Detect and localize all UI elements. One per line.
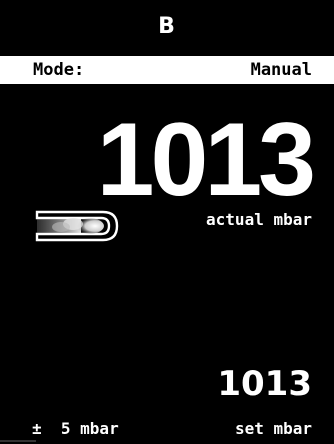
edge-divider bbox=[0, 440, 36, 442]
mode-label: Mode: bbox=[33, 60, 85, 80]
set-pressure-value[interactable]: 1013 bbox=[217, 364, 312, 404]
pressure-gauge-graphic bbox=[35, 210, 119, 242]
title-bar: B bbox=[0, 0, 334, 50]
pressure-gauge-icon bbox=[31, 208, 121, 244]
tolerance-value: ± 5 mbar bbox=[32, 419, 119, 438]
mode-bar[interactable]: Mode: Manual bbox=[0, 56, 334, 84]
actual-unit-label: actual mbar bbox=[206, 210, 312, 229]
mode-value[interactable]: Manual bbox=[251, 56, 312, 84]
set-unit-label: set mbar bbox=[234, 419, 312, 438]
actual-pressure-value: 1013 bbox=[96, 102, 316, 218]
controller-screen: B Mode: Manual 1013 actual mbar 1013 ± 5… bbox=[0, 0, 334, 444]
screen-title: B bbox=[158, 14, 176, 39]
